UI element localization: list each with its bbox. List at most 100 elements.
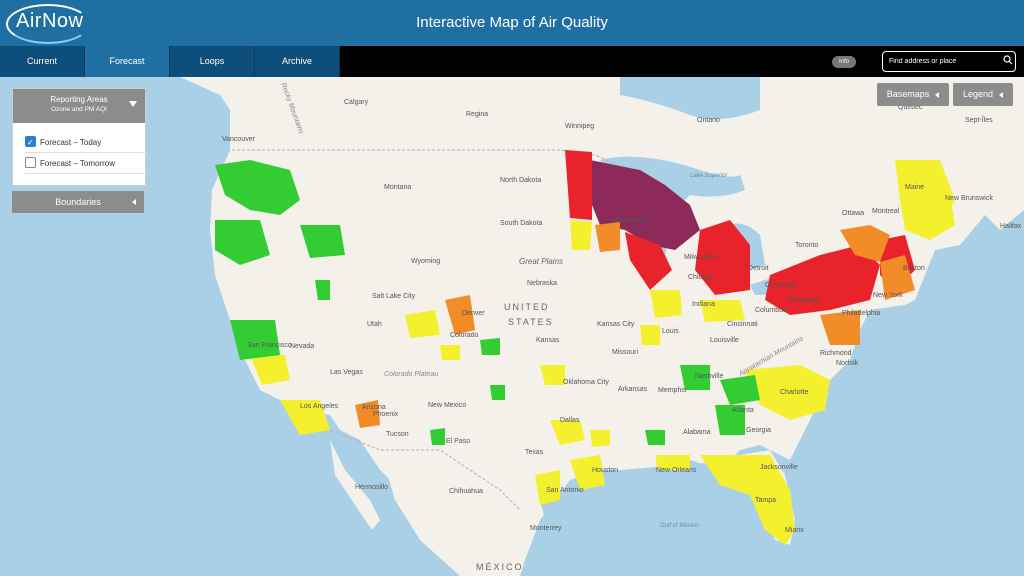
map-label: Wyoming	[411, 258, 441, 265]
map-label: Tampa	[755, 497, 777, 504]
map-label: Missouri	[612, 349, 639, 356]
map-label: Los Angeles	[300, 403, 339, 410]
map-label: New Mexico	[428, 402, 467, 409]
map-label: Winnipeg	[565, 123, 595, 130]
map-label: Maine	[905, 184, 925, 191]
map-label: New York	[873, 292, 903, 299]
app-header: AirNow Interactive Map of Air Quality	[0, 0, 1024, 46]
map-label: Chihuahua	[449, 488, 483, 495]
map-label: Nebraska	[527, 280, 557, 287]
map-label: Great Plains	[519, 257, 564, 266]
boundaries-button[interactable]: Boundaries	[12, 191, 144, 213]
aqi-area-moderate	[650, 290, 682, 318]
boundaries-label: Boundaries	[55, 197, 101, 207]
map-label: Salt Lake City	[372, 293, 416, 300]
search-icon[interactable]	[1003, 55, 1013, 65]
map-label: New Orleans	[656, 467, 697, 474]
aqi-area-good	[490, 385, 505, 400]
map-label: Ottawa	[842, 210, 865, 217]
map-label: Halifax	[1000, 223, 1022, 230]
map-label: Houston	[592, 467, 619, 474]
map-label: Arizona	[362, 404, 386, 411]
map-label: Nevada	[290, 343, 315, 350]
map-label: Columbus	[755, 307, 787, 314]
map-label: Cleveland	[765, 282, 797, 289]
map-label: Hermosillo	[355, 484, 389, 491]
map-label: Jacksonville	[760, 464, 798, 471]
map-label: Sept-Îles	[965, 117, 993, 124]
option-label: Forecast – Today	[40, 138, 102, 147]
map-label: Vancouver	[222, 136, 255, 143]
map-label: Georgia	[746, 427, 771, 434]
nav-bar: Current Forecast Loops Archive	[0, 46, 1024, 77]
forecast-tomorrow-option[interactable]: Forecast – Tomorrow	[25, 155, 147, 174]
map-label: Norfolk	[836, 360, 859, 367]
map-label: Pittsburgh	[788, 297, 820, 304]
panel-title: Reporting Areas	[50, 95, 108, 104]
basemaps-label: Basemaps	[886, 89, 930, 99]
aqi-area-moderate	[405, 310, 440, 338]
map-label: Colorado Plateau	[384, 371, 439, 378]
map-label: Denver	[462, 310, 485, 317]
basemaps-button[interactable]: Basemaps	[877, 83, 949, 106]
search-input[interactable]	[882, 51, 1016, 72]
map-label: Miami	[785, 527, 804, 534]
air-quality-map[interactable]: Calgary Regina Winnipeg Vancouver Ontari…	[0, 77, 1024, 576]
map-label: Memphis	[658, 387, 687, 394]
map-label: Louis	[662, 328, 679, 335]
forecast-today-option[interactable]: Forecast – Today	[25, 134, 147, 153]
map-label: Calgary	[344, 99, 369, 106]
map-label: Texas	[525, 449, 544, 456]
map-label: San Francisco	[247, 342, 292, 349]
map-label: Kansas City	[597, 321, 635, 328]
legend-button[interactable]: Legend	[953, 83, 1013, 106]
chevron-down-icon[interactable]	[129, 101, 137, 107]
map-label: Ontario	[697, 117, 720, 124]
tab-archive[interactable]: Archive	[255, 46, 340, 77]
tab-current[interactable]: Current	[0, 46, 85, 77]
map-label: North Dakota	[500, 177, 542, 184]
map-label: Monterrey	[530, 525, 562, 532]
map-label: Nashville	[695, 373, 724, 380]
aqi-area-good	[230, 320, 280, 360]
map-label: Charlotte	[780, 389, 809, 396]
map-label: Montreal	[872, 208, 900, 215]
map-label: Indiana	[692, 301, 715, 308]
map-label: Richmond	[820, 350, 852, 357]
aqi-area-good	[645, 430, 665, 445]
aqi-area-moderate	[570, 220, 592, 250]
map-label: Milwaukee	[684, 254, 718, 261]
map-label: Toronto	[795, 242, 819, 249]
aqi-area-moderate	[590, 430, 610, 447]
map-label: El Paso	[446, 438, 471, 445]
map-label: MÉXICO	[476, 562, 524, 572]
option-label: Forecast – Tomorrow	[40, 159, 115, 168]
tab-loops[interactable]: Loops	[170, 46, 255, 77]
tab-forecast[interactable]: Forecast	[85, 46, 170, 77]
map-label: Kansas	[536, 337, 560, 344]
map-label: Lake Superior	[690, 173, 728, 179]
map-label: Cincinnati	[727, 321, 758, 328]
aqi-area-moderate	[440, 345, 460, 360]
map-label: Arkansas	[618, 386, 648, 393]
map-label: Dallas	[560, 417, 580, 424]
checkbox-forecast-today[interactable]	[25, 134, 36, 152]
checkbox-forecast-tomorrow[interactable]	[25, 157, 36, 169]
panel-header[interactable]: Reporting Areas Ozone and PM AQI	[13, 89, 145, 123]
panel-subtitle: Ozone and PM AQI	[50, 106, 107, 113]
map-label: San Antonio	[546, 487, 584, 494]
map-label: Regina	[466, 111, 489, 118]
map-label: Tucson	[386, 431, 409, 438]
map-label: Las Vegas	[330, 369, 363, 376]
map-label: Minneapolis	[612, 217, 650, 224]
legend-label: Legend	[962, 89, 994, 99]
map-label: Atlanta	[732, 407, 754, 414]
reporting-areas-panel: Reporting Areas Ozone and PM AQI Forecas…	[12, 88, 147, 186]
map-label: Philadelphia	[842, 310, 881, 317]
page-title: Interactive Map of Air Quality	[416, 14, 608, 31]
aqi-area-moderate	[640, 325, 660, 345]
aqi-area-good	[480, 338, 500, 355]
map-label: Utah	[367, 321, 382, 328]
info-button[interactable]: Info	[832, 56, 856, 68]
map-label: Chicago	[688, 274, 714, 281]
